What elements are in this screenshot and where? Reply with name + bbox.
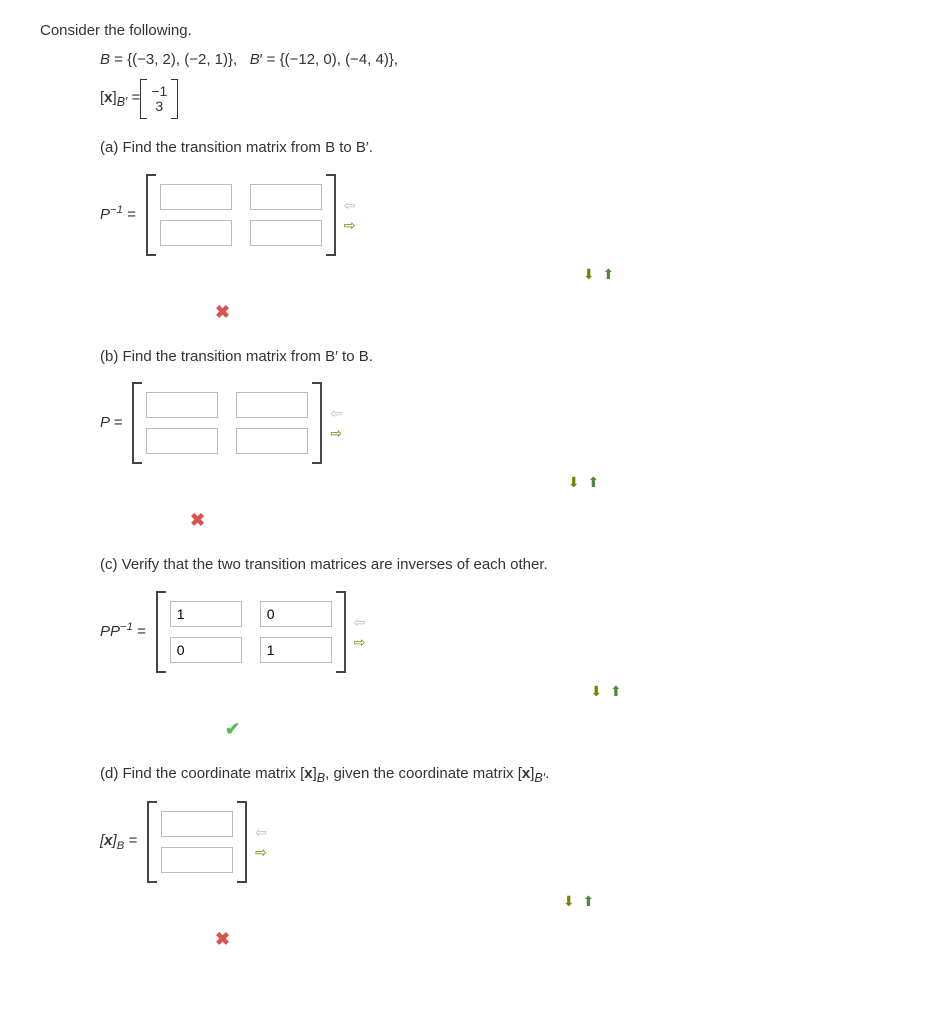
matrix-b-cell-1-0[interactable]: [146, 428, 218, 454]
add-column-icon[interactable]: ⇨: [344, 218, 356, 232]
part-c-question: (c) Verify that the two transition matri…: [100, 554, 887, 577]
matrix-bracket-right: [312, 382, 322, 464]
remove-column-icon[interactable]: ⇦: [354, 615, 366, 629]
matrix-bracket-right: [326, 174, 336, 256]
part-b-question: (b) Find the transition matrix from B′ t…: [100, 346, 887, 369]
part-d-feedback: ✖: [215, 926, 887, 953]
remove-row-icon[interactable]: ⬆: [610, 683, 622, 699]
matrix-bracket-left: [156, 591, 166, 673]
matrix-a-cell-1-1[interactable]: [250, 220, 322, 246]
matrix-b-cell-1-1[interactable]: [236, 428, 308, 454]
matrix-bracket-left: [146, 174, 156, 256]
correct-icon: ✔: [225, 719, 240, 739]
add-column-icon[interactable]: ⇨: [354, 635, 366, 649]
matrix-c-cell-0-1[interactable]: [260, 601, 332, 627]
vector-bracket-left: [140, 79, 147, 119]
part-b-feedback: ✖: [190, 507, 887, 534]
part-a-feedback: ✖: [215, 299, 887, 326]
matrix-a-cell-0-1[interactable]: [250, 184, 322, 210]
x-bprime-vector: [x]B′ = −1 3: [100, 79, 887, 119]
part-b-label: P =: [100, 412, 122, 435]
remove-column-icon[interactable]: ⇦: [255, 825, 267, 839]
intro-text: Consider the following.: [40, 20, 887, 43]
matrix-c-cell-1-1[interactable]: [260, 637, 332, 663]
remove-column-icon[interactable]: ⇦: [344, 198, 356, 212]
vector-bracket-right: [171, 79, 178, 119]
remove-row-icon[interactable]: ⬆: [587, 474, 599, 490]
remove-column-icon[interactable]: ⇦: [330, 406, 342, 420]
wrong-icon: ✖: [190, 510, 205, 530]
matrix-c-cell-1-0[interactable]: [170, 637, 242, 663]
part-b-matrix: [132, 382, 322, 464]
add-row-icon[interactable]: ⬇: [563, 893, 575, 909]
part-a-matrix: [146, 174, 336, 256]
add-row-icon[interactable]: ⬇: [583, 266, 595, 282]
add-row-icon[interactable]: ⬇: [568, 474, 580, 490]
matrix-a-cell-1-0[interactable]: [160, 220, 232, 246]
matrix-bracket-right: [237, 801, 247, 883]
basis-definition: B = {(−3, 2), (−2, 1)}, B′ = {(−12, 0), …: [100, 49, 887, 72]
part-a-label: P−1 =: [100, 202, 136, 227]
remove-row-icon[interactable]: ⬆: [582, 893, 594, 909]
remove-row-icon[interactable]: ⬆: [602, 266, 614, 282]
matrix-b-cell-0-1[interactable]: [236, 392, 308, 418]
wrong-icon: ✖: [215, 302, 230, 322]
matrix-bracket-left: [132, 382, 142, 464]
part-d-matrix: [147, 801, 247, 883]
matrix-c-cell-0-0[interactable]: [170, 601, 242, 627]
part-c-label: PP−1 =: [100, 619, 146, 644]
add-column-icon[interactable]: ⇨: [255, 845, 267, 859]
matrix-bracket-right: [336, 591, 346, 673]
wrong-icon: ✖: [215, 929, 230, 949]
matrix-b-cell-0-0[interactable]: [146, 392, 218, 418]
matrix-a-cell-0-0[interactable]: [160, 184, 232, 210]
part-c-feedback: ✔: [225, 716, 887, 743]
matrix-d-cell-1[interactable]: [161, 847, 233, 873]
add-row-icon[interactable]: ⬇: [590, 683, 602, 699]
part-a-question: (a) Find the transition matrix from B to…: [100, 137, 887, 160]
part-d-label: [x]B =: [100, 830, 137, 855]
matrix-d-cell-0[interactable]: [161, 811, 233, 837]
add-column-icon[interactable]: ⇨: [330, 426, 342, 440]
part-d-question: (d) Find the coordinate matrix [x]B, giv…: [100, 763, 887, 788]
matrix-bracket-left: [147, 801, 157, 883]
part-c-matrix: [156, 591, 346, 673]
